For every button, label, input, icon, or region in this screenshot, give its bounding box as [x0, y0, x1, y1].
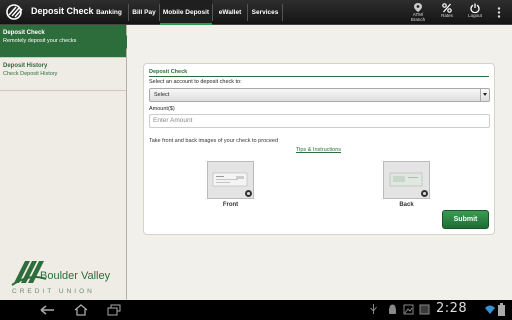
deposit-check-icon — [6, 4, 23, 20]
capture-instructions: Take front and back images of your check… — [149, 138, 279, 144]
amount-input[interactable]: Enter Amount — [149, 114, 490, 128]
top-bar: Deposit Check Banking Bill Pay Mobile De… — [0, 0, 512, 25]
camera-icon — [421, 190, 428, 197]
rates-button[interactable]: Rates — [433, 2, 461, 24]
app-screen: Deposit Check Banking Bill Pay Mobile De… — [0, 0, 512, 320]
logout-button[interactable]: Logout — [461, 2, 489, 24]
sidebar-item-deposit-check[interactable]: Deposit Check Remotely deposit your chec… — [0, 25, 133, 58]
form-title: Deposit Check — [149, 69, 188, 75]
back-label: Back — [399, 202, 414, 208]
account-select-value: Select — [154, 92, 170, 98]
location-pin-icon — [414, 3, 422, 12]
notification-icon — [419, 304, 430, 315]
tab-mobile-deposit[interactable]: Mobile Deposit — [160, 0, 212, 25]
atm-branch-button[interactable]: ATM/ Branch — [404, 2, 432, 24]
overflow-menu-icon[interactable] — [497, 7, 501, 18]
sidebar-item-title: Deposit History — [3, 63, 48, 69]
system-navigation-bar: 2:28 — [0, 300, 512, 320]
android-debug-icon — [389, 304, 396, 314]
tab-bill-pay[interactable]: Bill Pay — [129, 0, 159, 25]
back-check-capture[interactable] — [383, 161, 430, 199]
sidebar-item-deposit-history[interactable]: Deposit History Check Deposit History — [0, 58, 126, 91]
tab-ewallet[interactable]: eWallet — [213, 0, 247, 25]
account-label: Select an account to deposit check to: — [149, 79, 242, 85]
chevron-down-icon — [480, 89, 489, 101]
main-content: Deposit Check Select an account to depos… — [127, 25, 512, 300]
app-title: Deposit Check — [31, 6, 94, 16]
logo-tagline: CREDIT UNION — [12, 288, 95, 295]
tab-divider — [282, 4, 283, 21]
sidebar-item-subtitle: Check Deposit History — [3, 71, 58, 77]
rates-label: Rates — [441, 13, 453, 18]
account-select[interactable]: Select — [149, 88, 490, 102]
submit-button[interactable]: Submit — [442, 210, 489, 229]
system-clock: 2:28 — [436, 301, 468, 316]
atm-branch-label: ATM/ Branch — [410, 12, 426, 22]
sidebar: Deposit Check Remotely deposit your chec… — [0, 25, 133, 300]
sidebar-item-subtitle: Remotely deposit your checks — [3, 38, 77, 44]
front-label: Front — [222, 202, 239, 208]
tab-banking[interactable]: Banking — [90, 0, 128, 25]
logout-label: Logout — [468, 13, 482, 18]
logo-name: Boulder Valley — [40, 270, 111, 282]
camera-icon — [245, 190, 252, 197]
tab-services[interactable]: Services — [248, 0, 282, 25]
sidebar-item-title: Deposit Check — [3, 30, 45, 36]
boulder-valley-logo: Boulder Valley CREDIT UNION — [11, 261, 111, 295]
tips-instructions-link[interactable]: Tips & Instructions — [296, 147, 341, 153]
percent-icon — [442, 3, 452, 13]
back-icon[interactable] — [38, 304, 58, 316]
usb-icon — [370, 304, 377, 314]
title-divider — [149, 76, 489, 77]
amount-label: Amount($) — [149, 106, 175, 112]
battery-icon — [498, 303, 505, 316]
wifi-icon — [485, 305, 495, 314]
power-icon — [470, 3, 480, 13]
recent-apps-icon[interactable] — [106, 304, 122, 316]
front-check-capture[interactable] — [207, 161, 254, 199]
home-icon[interactable] — [73, 304, 89, 316]
deposit-form-panel: Deposit Check Select an account to depos… — [143, 63, 495, 235]
gallery-icon — [403, 304, 414, 315]
